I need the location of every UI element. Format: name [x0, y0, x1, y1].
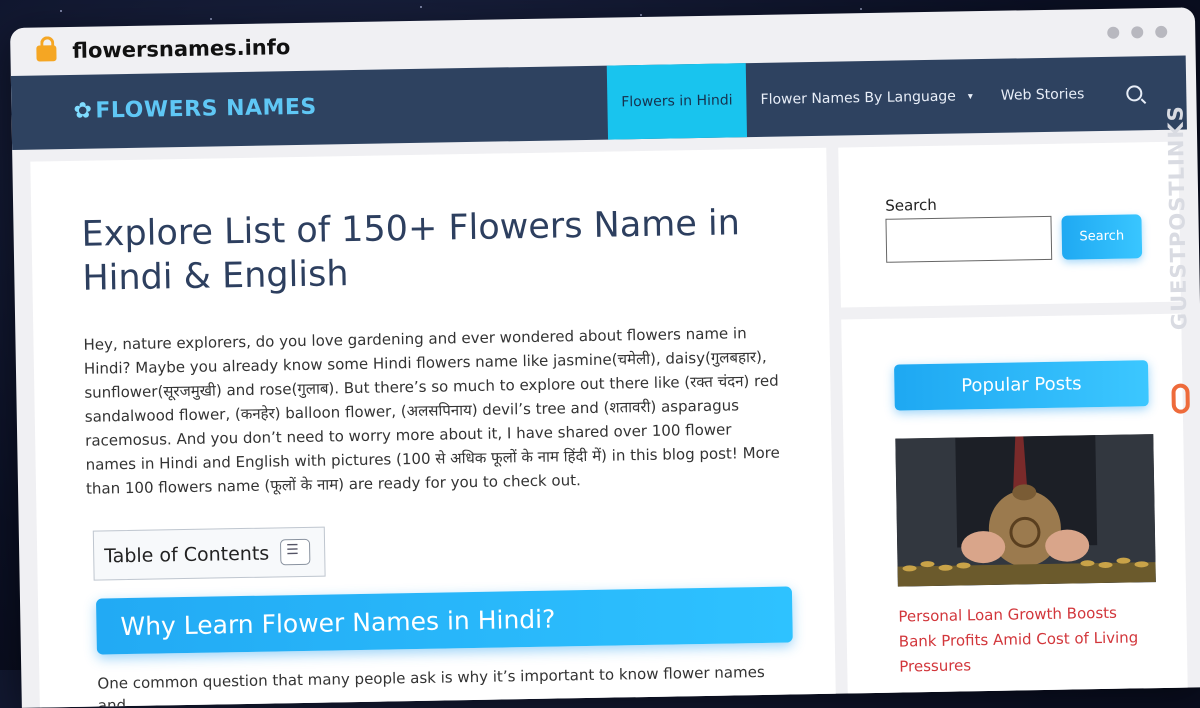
window-dot-icon[interactable] [1107, 26, 1120, 39]
section-paragraph: One common question that many people ask… [97, 662, 765, 708]
sidebar-popular-posts: Popular Posts Personal Loan Growth Boost… [841, 313, 1189, 708]
page-title: Explore List of 150+ Flowers Name in Hin… [81, 203, 741, 299]
article-intro: Hey, nature explorers, do you love garde… [83, 324, 780, 498]
search-button[interactable]: Search [1061, 214, 1143, 260]
menu-item-web-stories[interactable]: Web Stories [986, 57, 1099, 133]
chevron-down-icon: ▾ [967, 90, 973, 102]
flower-logo-icon: ✿ [73, 98, 93, 124]
table-of-contents[interactable]: Table of Contents [92, 526, 326, 581]
main-menu: Flowers in Hindi Flower Names By Languag… [606, 55, 1187, 140]
menu-item-flower-names-by-language[interactable]: Flower Names By Language ▾ [746, 59, 988, 137]
site-logo[interactable]: ✿ FLOWERS NAMES [73, 95, 317, 124]
window-controls [1107, 25, 1168, 39]
post-thumbnail-image [895, 434, 1156, 587]
toc-label: Table of Contents [104, 542, 270, 568]
post-link[interactable]: Personal Loan Growth Boosts Bank Profits… [898, 600, 1159, 680]
menu-item-flowers-in-hindi[interactable]: Flowers in Hindi [606, 63, 748, 140]
section-heading: Why Learn Flower Names in Hindi? [120, 604, 556, 642]
popular-posts-heading: Popular Posts [894, 360, 1149, 411]
watermark: GUESTPOSTLINKS [1158, 67, 1197, 414]
search-input[interactable] [885, 215, 1053, 263]
watermark-text: GUESTPOSTLINKS [1163, 104, 1192, 331]
menu-item-label: Flower Names By Language [760, 88, 956, 108]
logo-text: FLOWERS NAMES [95, 94, 318, 124]
search-icon [1126, 85, 1143, 102]
menu-item-label: Flowers in Hindi [621, 92, 733, 111]
lock-icon [36, 45, 57, 62]
menu-item-label: Web Stories [1000, 86, 1085, 104]
search-label: Search [885, 195, 937, 215]
toc-toggle-icon[interactable] [279, 538, 311, 566]
window-dot-icon[interactable] [1155, 25, 1168, 39]
window-dot-icon[interactable] [1131, 26, 1144, 39]
section-heading-banner: Why Learn Flower Names in Hindi? [95, 586, 793, 655]
post-thumbnail[interactable] [895, 434, 1156, 587]
link-icon [1171, 383, 1190, 414]
browser-window: flowersnames.info ✿ FLOWERS NAMES Flowers… [10, 7, 1200, 708]
article-content: Explore List of 150+ Flowers Name in Hin… [30, 147, 836, 708]
sidebar-search-widget: Search Search [838, 141, 1181, 308]
url-text[interactable]: flowersnames.info [72, 35, 290, 63]
